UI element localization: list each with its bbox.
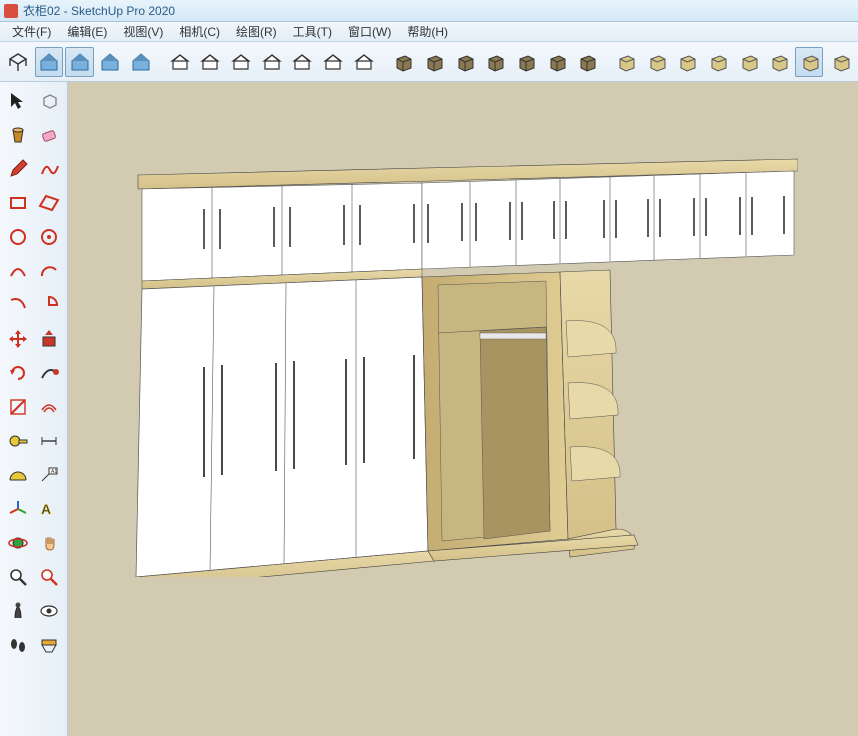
component-4-button[interactable] xyxy=(127,47,156,77)
tape-tool[interactable] xyxy=(2,424,34,458)
dimension-tool[interactable] xyxy=(34,424,66,458)
position-camera-tool[interactable] xyxy=(2,594,34,628)
solid-5-button[interactable] xyxy=(733,47,762,77)
circle-tool[interactable] xyxy=(2,220,34,254)
pushpull-tool[interactable] xyxy=(34,322,66,356)
style-6-button[interactable] xyxy=(319,47,348,77)
menu-7[interactable]: 帮助(H) xyxy=(399,21,456,42)
eraser-tool[interactable] xyxy=(34,118,66,152)
style-5-button[interactable] xyxy=(288,47,317,77)
box-7-button[interactable] xyxy=(572,47,601,77)
box-5-button[interactable] xyxy=(511,47,540,77)
solid-8-button[interactable] xyxy=(825,47,854,77)
menu-5[interactable]: 工具(T) xyxy=(285,21,340,42)
scale-tool[interactable] xyxy=(2,390,34,424)
arc-tool[interactable] xyxy=(2,254,34,288)
style-2-button[interactable] xyxy=(196,47,225,77)
rectangle-tool[interactable] xyxy=(2,186,34,220)
zoom-window-tool[interactable] xyxy=(34,560,66,594)
offset-tool[interactable] xyxy=(34,390,66,424)
solid-7-button[interactable] xyxy=(795,47,824,77)
walk-tool[interactable] xyxy=(2,628,34,662)
menu-0[interactable]: 文件(F) xyxy=(4,21,59,42)
solid-3-button[interactable] xyxy=(672,47,701,77)
zoom-tool[interactable] xyxy=(2,560,34,594)
menu-3[interactable]: 相机(C) xyxy=(171,21,228,42)
rotated-rect-tool[interactable] xyxy=(34,186,66,220)
protractor-tool[interactable] xyxy=(2,458,34,492)
iso-view-button[interactable] xyxy=(4,47,33,77)
3dtext-tool[interactable] xyxy=(34,492,66,526)
freehand-tool[interactable] xyxy=(34,152,66,186)
solid-2-button[interactable] xyxy=(641,47,670,77)
solid-4-button[interactable] xyxy=(703,47,732,77)
style-4-button[interactable] xyxy=(257,47,286,77)
box-3-button[interactable] xyxy=(449,47,478,77)
text-tool[interactable] xyxy=(34,458,66,492)
lasso-tool[interactable] xyxy=(34,84,66,118)
followme-tool[interactable] xyxy=(34,356,66,390)
title-bar: 衣柜02 - SketchUp Pro 2020 xyxy=(0,0,858,22)
style-7-button[interactable] xyxy=(349,47,378,77)
3d-viewport[interactable] xyxy=(68,82,858,736)
pie-tool[interactable] xyxy=(34,288,66,322)
orbit-tool[interactable] xyxy=(2,526,34,560)
style-1-button[interactable] xyxy=(165,47,194,77)
wardrobe-model xyxy=(118,157,798,577)
style-3-button[interactable] xyxy=(227,47,256,77)
app-icon xyxy=(4,4,18,18)
arc3-tool[interactable] xyxy=(2,288,34,322)
pan-tool[interactable] xyxy=(34,526,66,560)
box-6-button[interactable] xyxy=(541,47,570,77)
axes-tool[interactable] xyxy=(2,492,34,526)
component-3-button[interactable] xyxy=(96,47,125,77)
menu-6[interactable]: 窗口(W) xyxy=(340,21,399,42)
look-around-tool[interactable] xyxy=(34,594,66,628)
menu-2[interactable]: 视图(V) xyxy=(115,21,171,42)
solid-6-button[interactable] xyxy=(764,47,793,77)
window-title: 衣柜02 - SketchUp Pro 2020 xyxy=(23,2,175,19)
component-1-button[interactable] xyxy=(35,47,64,77)
polygon-tool[interactable] xyxy=(34,220,66,254)
box-1-button[interactable] xyxy=(388,47,417,77)
line-tool[interactable] xyxy=(2,152,34,186)
section-tool[interactable] xyxy=(34,628,66,662)
menu-4[interactable]: 绘图(R) xyxy=(228,21,285,42)
menu-1[interactable]: 编辑(E) xyxy=(59,21,115,42)
rotate-tool[interactable] xyxy=(2,356,34,390)
side-toolbar xyxy=(0,82,68,736)
solid-1-button[interactable] xyxy=(611,47,640,77)
paint-tool[interactable] xyxy=(2,118,34,152)
select-tool[interactable] xyxy=(2,84,34,118)
move-tool[interactable] xyxy=(2,322,34,356)
box-4-button[interactable] xyxy=(480,47,509,77)
box-2-button[interactable] xyxy=(419,47,448,77)
arc2-tool[interactable] xyxy=(34,254,66,288)
top-toolbar xyxy=(0,42,858,82)
menu-bar: 文件(F)编辑(E)视图(V)相机(C)绘图(R)工具(T)窗口(W)帮助(H) xyxy=(0,22,858,42)
component-2-button[interactable] xyxy=(65,47,94,77)
